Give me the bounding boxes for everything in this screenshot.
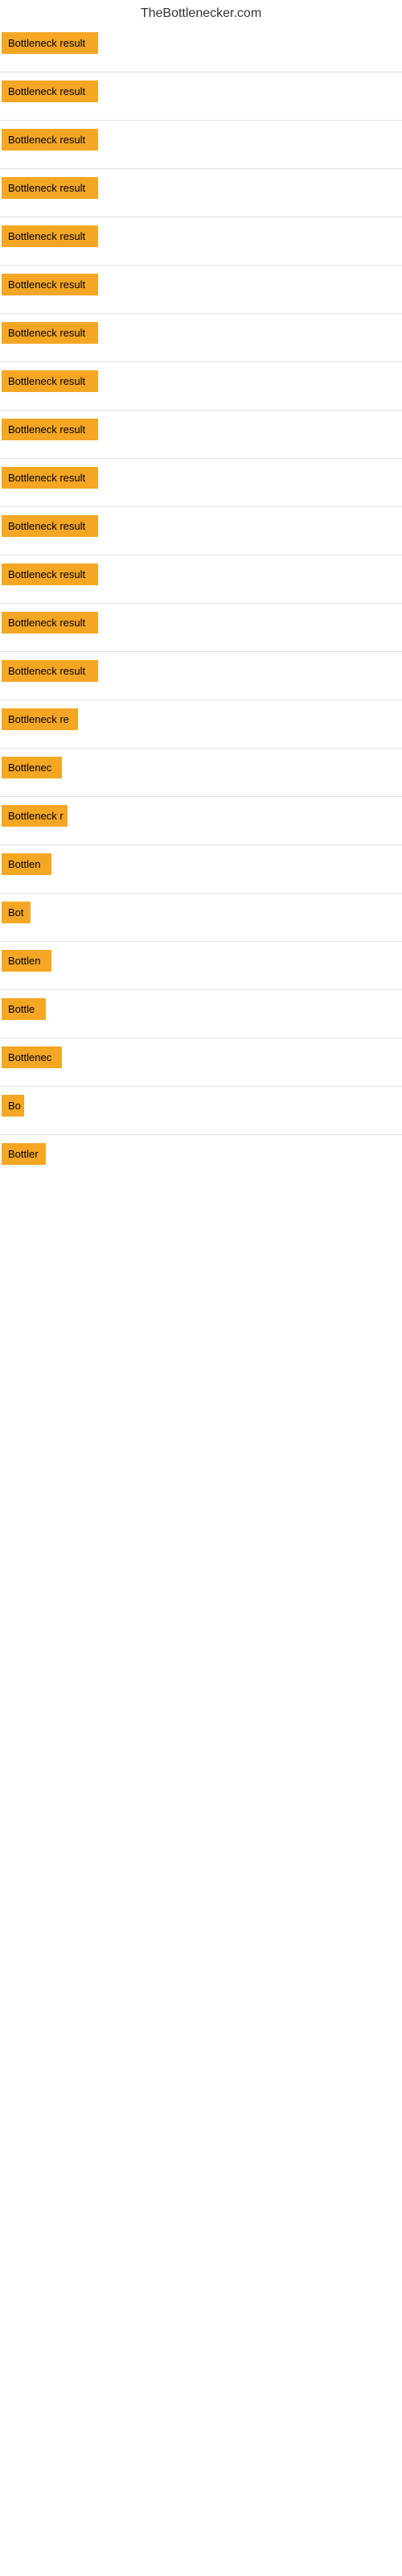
bottleneck-result-badge[interactable]: Bo xyxy=(2,1095,24,1117)
bottleneck-result-badge[interactable]: Bottleneck result xyxy=(2,660,98,682)
bottleneck-result-badge[interactable]: Bottleneck result xyxy=(2,322,98,344)
bottleneck-result-badge[interactable]: Bottlenec xyxy=(2,757,62,778)
result-row: Bottlen xyxy=(0,942,402,990)
bottleneck-result-badge[interactable]: Bottleneck result xyxy=(2,612,98,634)
result-row: Bottle xyxy=(0,990,402,1038)
bottleneck-result-badge[interactable]: Bottleneck result xyxy=(2,177,98,199)
result-row: Bottleneck result xyxy=(0,555,402,604)
bottleneck-result-badge[interactable]: Bottlenec xyxy=(2,1046,62,1068)
result-row: Bottlenec xyxy=(0,1038,402,1087)
result-row: Bottleneck re xyxy=(0,700,402,749)
result-row: Bottlen xyxy=(0,845,402,894)
result-row: Bottleneck result xyxy=(0,121,402,169)
bottleneck-result-badge[interactable]: Bottleneck result xyxy=(2,274,98,295)
bottleneck-result-badge[interactable]: Bot xyxy=(2,902,31,923)
result-row: Bottleneck result xyxy=(0,362,402,411)
result-row: Bottleneck r xyxy=(0,797,402,845)
bottleneck-result-badge[interactable]: Bottleneck result xyxy=(2,467,98,489)
bottleneck-result-badge[interactable]: Bottleneck result xyxy=(2,129,98,151)
result-row: Bottleneck result xyxy=(0,507,402,555)
bottleneck-result-badge[interactable]: Bottlen xyxy=(2,853,51,875)
bottleneck-result-badge[interactable]: Bottleneck result xyxy=(2,32,98,54)
result-row: Bottleneck result xyxy=(0,652,402,700)
site-title: TheBottlenecker.com xyxy=(0,0,402,24)
result-row: Bottleneck result xyxy=(0,266,402,314)
bottleneck-result-badge[interactable]: Bottler xyxy=(2,1143,46,1165)
bottleneck-result-badge[interactable]: Bottleneck result xyxy=(2,80,98,102)
result-row: Bottler xyxy=(0,1135,402,1183)
result-row: Bottleneck result xyxy=(0,24,402,72)
bottleneck-result-badge[interactable]: Bottleneck result xyxy=(2,564,98,585)
bottleneck-result-badge[interactable]: Bottleneck r xyxy=(2,805,68,827)
bottleneck-result-badge[interactable]: Bottleneck result xyxy=(2,515,98,537)
bottleneck-result-badge[interactable]: Bottleneck re xyxy=(2,708,78,730)
result-row: Bottleneck result xyxy=(0,169,402,217)
bottleneck-result-badge[interactable]: Bottlen xyxy=(2,950,51,972)
result-row: Bottleneck result xyxy=(0,411,402,459)
result-row: Bottleneck result xyxy=(0,459,402,507)
result-row: Bottleneck result xyxy=(0,314,402,362)
bottleneck-result-badge[interactable]: Bottle xyxy=(2,998,46,1020)
result-row: Bottleneck result xyxy=(0,72,402,121)
result-row: Bottlenec xyxy=(0,749,402,797)
result-row: Bo xyxy=(0,1087,402,1135)
result-row: Bottleneck result xyxy=(0,217,402,266)
result-row: Bot xyxy=(0,894,402,942)
bottleneck-result-badge[interactable]: Bottleneck result xyxy=(2,225,98,247)
bottleneck-result-badge[interactable]: Bottleneck result xyxy=(2,370,98,392)
bottleneck-result-badge[interactable]: Bottleneck result xyxy=(2,419,98,440)
result-row: Bottleneck result xyxy=(0,604,402,652)
